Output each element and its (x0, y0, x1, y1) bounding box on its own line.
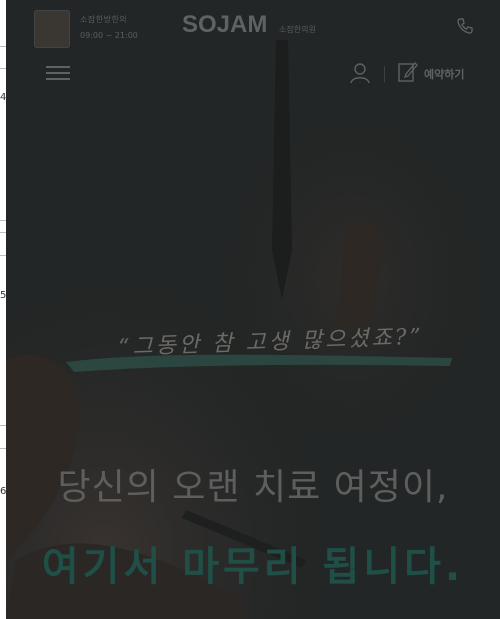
site-header: 소잠한방한의 09:00 ~ 21:00 SOJAM 소잠한의원 예약하기 (6, 0, 500, 84)
hero-headline-1: 당신의 오랜 치료 여정이, (57, 467, 449, 508)
header-divider (384, 66, 385, 82)
hero-background-image (6, 0, 500, 619)
clinic-thumbnail[interactable] (34, 10, 70, 48)
menu-icon[interactable] (44, 62, 72, 84)
user-icon[interactable] (349, 61, 371, 85)
site-logo[interactable]: SOJAM (182, 11, 267, 39)
book-button-label[interactable]: 예약하기 (424, 66, 464, 82)
phone-icon[interactable] (456, 17, 474, 35)
clinic-name: 소잠한방한의 (80, 15, 128, 24)
clinic-hours: 09:00 ~ 21:00 (80, 31, 138, 40)
hero-headline-2: 여기서 마무리 됩니다. (41, 544, 465, 590)
book-icon[interactable] (396, 60, 418, 84)
site-logo-subtitle: 소잠한의원 (279, 25, 316, 34)
hero-section: 소잠한방한의 09:00 ~ 21:00 SOJAM 소잠한의원 예약하기 “그… (6, 0, 500, 619)
